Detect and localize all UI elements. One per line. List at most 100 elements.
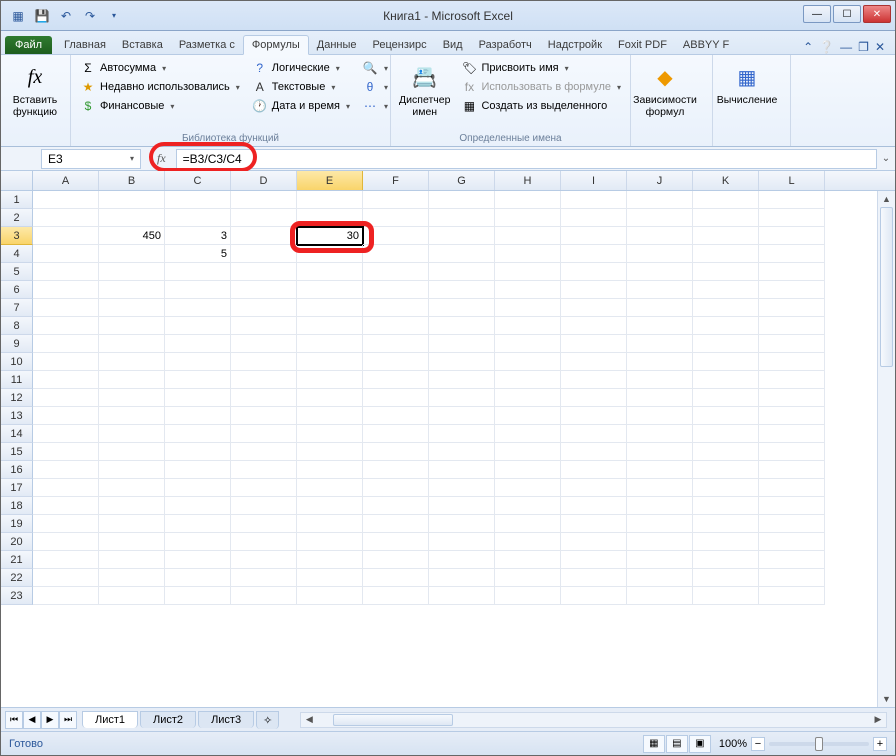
cell-I4[interactable] (561, 245, 627, 263)
cell-K11[interactable] (693, 371, 759, 389)
col-header-J[interactable]: J (627, 171, 693, 190)
cell-E21[interactable] (297, 551, 363, 569)
cell-J14[interactable] (627, 425, 693, 443)
cell-H19[interactable] (495, 515, 561, 533)
cell-L4[interactable] (759, 245, 825, 263)
col-header-L[interactable]: L (759, 171, 825, 190)
cell-L20[interactable] (759, 533, 825, 551)
cell-I20[interactable] (561, 533, 627, 551)
cell-B7[interactable] (99, 299, 165, 317)
tab-abbyy[interactable]: ABBYY F (675, 36, 737, 54)
page-break-view-button[interactable]: ▣ (689, 735, 711, 753)
cell-H7[interactable] (495, 299, 561, 317)
cell-I16[interactable] (561, 461, 627, 479)
cell-I19[interactable] (561, 515, 627, 533)
cell-D7[interactable] (231, 299, 297, 317)
assign-name-button[interactable]: 🏷Присвоить имя▾ (458, 59, 624, 77)
col-header-D[interactable]: D (231, 171, 297, 190)
zoom-thumb[interactable] (815, 737, 823, 751)
cell-K13[interactable] (693, 407, 759, 425)
cell-I3[interactable] (561, 227, 627, 245)
tab-developer[interactable]: Разработч (471, 36, 540, 54)
cell-D2[interactable] (231, 209, 297, 227)
tab-home[interactable]: Главная (56, 36, 114, 54)
cell-K4[interactable] (693, 245, 759, 263)
cell-E10[interactable] (297, 353, 363, 371)
col-header-F[interactable]: F (363, 171, 429, 190)
zoom-slider[interactable] (769, 742, 869, 746)
row-header[interactable]: 4 (1, 245, 33, 263)
cell-G18[interactable] (429, 497, 495, 515)
cell-J12[interactable] (627, 389, 693, 407)
cell-A19[interactable] (33, 515, 99, 533)
cell-F23[interactable] (363, 587, 429, 605)
cell-I10[interactable] (561, 353, 627, 371)
cell-F5[interactable] (363, 263, 429, 281)
cell-H20[interactable] (495, 533, 561, 551)
cell-J19[interactable] (627, 515, 693, 533)
row-header[interactable]: 9 (1, 335, 33, 353)
cell-C17[interactable] (165, 479, 231, 497)
col-header-C[interactable]: C (165, 171, 231, 190)
cell-J8[interactable] (627, 317, 693, 335)
cell-C22[interactable] (165, 569, 231, 587)
cell-F13[interactable] (363, 407, 429, 425)
cell-D20[interactable] (231, 533, 297, 551)
col-header-A[interactable]: A (33, 171, 99, 190)
cell-C11[interactable] (165, 371, 231, 389)
cell-F21[interactable] (363, 551, 429, 569)
name-manager-button[interactable]: 📇 Диспетчер имен (397, 57, 452, 144)
tab-review[interactable]: Рецензирс (365, 36, 435, 54)
cell-K9[interactable] (693, 335, 759, 353)
cell-G21[interactable] (429, 551, 495, 569)
cell-A9[interactable] (33, 335, 99, 353)
cell-L22[interactable] (759, 569, 825, 587)
cell-A22[interactable] (33, 569, 99, 587)
cell-E5[interactable] (297, 263, 363, 281)
cell-G4[interactable] (429, 245, 495, 263)
cell-L5[interactable] (759, 263, 825, 281)
cell-E15[interactable] (297, 443, 363, 461)
col-header-G[interactable]: G (429, 171, 495, 190)
cell-B1[interactable] (99, 191, 165, 209)
use-in-formula-button[interactable]: fxИспользовать в формуле▾ (458, 78, 624, 96)
cell-L21[interactable] (759, 551, 825, 569)
cell-C1[interactable] (165, 191, 231, 209)
cell-G13[interactable] (429, 407, 495, 425)
cell-A20[interactable] (33, 533, 99, 551)
cell-K19[interactable] (693, 515, 759, 533)
cell-D16[interactable] (231, 461, 297, 479)
cell-A7[interactable] (33, 299, 99, 317)
cell-A3[interactable] (33, 227, 99, 245)
page-layout-view-button[interactable]: ▤ (666, 735, 688, 753)
cell-C18[interactable] (165, 497, 231, 515)
cell-E7[interactable] (297, 299, 363, 317)
lookup-button[interactable]: 🔍▾ (359, 59, 391, 77)
cell-E14[interactable] (297, 425, 363, 443)
cell-K1[interactable] (693, 191, 759, 209)
cell-I13[interactable] (561, 407, 627, 425)
text-functions-button[interactable]: AТекстовые▾ (249, 78, 353, 96)
row-header[interactable]: 8 (1, 317, 33, 335)
math-button[interactable]: θ▾ (359, 78, 391, 96)
cell-H3[interactable] (495, 227, 561, 245)
scroll-down-button[interactable]: ▼ (882, 691, 891, 707)
cell-D1[interactable] (231, 191, 297, 209)
cell-L9[interactable] (759, 335, 825, 353)
cell-B4[interactable] (99, 245, 165, 263)
cell-B8[interactable] (99, 317, 165, 335)
fx-label[interactable]: fx (153, 151, 170, 166)
row-header[interactable]: 14 (1, 425, 33, 443)
cell-F20[interactable] (363, 533, 429, 551)
cell-B10[interactable] (99, 353, 165, 371)
cell-B9[interactable] (99, 335, 165, 353)
financial-button[interactable]: $Финансовые▾ (77, 97, 243, 115)
cell-K21[interactable] (693, 551, 759, 569)
cell-D22[interactable] (231, 569, 297, 587)
cell-K2[interactable] (693, 209, 759, 227)
cell-I6[interactable] (561, 281, 627, 299)
cell-L7[interactable] (759, 299, 825, 317)
cell-E22[interactable] (297, 569, 363, 587)
cell-B22[interactable] (99, 569, 165, 587)
cell-G9[interactable] (429, 335, 495, 353)
